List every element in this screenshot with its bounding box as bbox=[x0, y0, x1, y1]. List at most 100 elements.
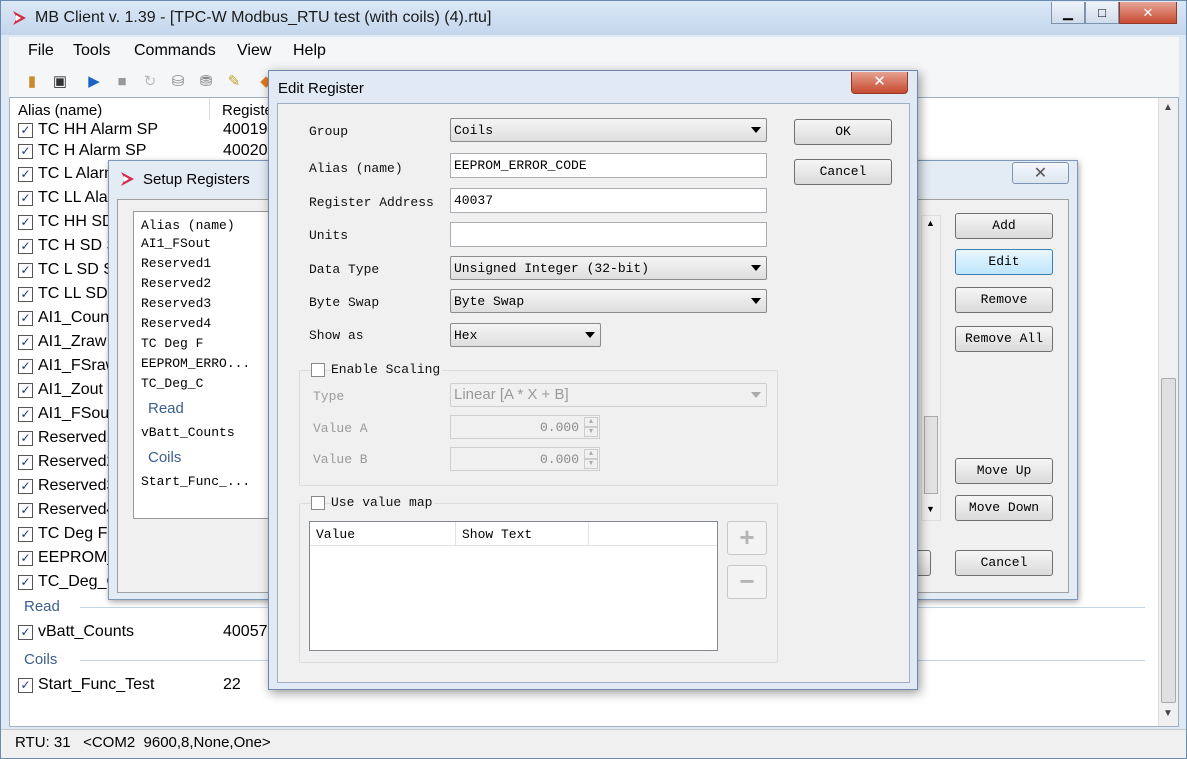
data-type-select[interactable]: Unsigned Integer (32-bit) bbox=[450, 256, 767, 280]
col-show-text-header[interactable]: Show Text bbox=[456, 522, 589, 546]
row-checkbox[interactable]: ✓ bbox=[18, 215, 33, 230]
add-value-button[interactable]: + bbox=[727, 521, 767, 555]
refresh-icon[interactable]: ↻ bbox=[139, 70, 161, 92]
remove-value-button[interactable]: − bbox=[727, 565, 767, 599]
list-item[interactable]: Reserved3 bbox=[141, 296, 211, 311]
list-item[interactable]: vBatt_Counts bbox=[141, 425, 235, 440]
scroll-thumb[interactable] bbox=[1161, 378, 1176, 703]
row-checkbox[interactable]: ✓ bbox=[18, 191, 33, 206]
row-checkbox[interactable]: ✓ bbox=[18, 239, 33, 254]
list-item[interactable]: TC_Deg_C bbox=[141, 376, 203, 391]
menu-view[interactable]: View bbox=[237, 42, 271, 60]
row-checkbox[interactable]: ✓ bbox=[18, 431, 33, 446]
group-select[interactable]: Coils bbox=[450, 118, 767, 142]
add-button[interactable]: Add bbox=[955, 213, 1053, 239]
row-checkbox[interactable]: ✓ bbox=[18, 287, 33, 302]
list-item[interactable]: AI1_FSout bbox=[141, 236, 211, 251]
value-a-stepper[interactable]: 0.000 ▲ ▼ bbox=[450, 415, 600, 439]
row-alias: TC L Alarm bbox=[38, 165, 118, 182]
cancel-button[interactable]: Cancel bbox=[955, 550, 1053, 576]
use-value-map-label: Use value map bbox=[331, 495, 435, 510]
address-input[interactable]: 40037 bbox=[450, 188, 767, 213]
row-checkbox[interactable]: ✓ bbox=[18, 455, 33, 470]
value-b-stepper[interactable]: 0.000 ▲ ▼ bbox=[450, 447, 600, 471]
units-input[interactable] bbox=[450, 222, 767, 247]
setup-list-scrollbar[interactable]: ▲ ▼ bbox=[921, 215, 941, 521]
row-checkbox[interactable]: ✓ bbox=[18, 144, 33, 159]
byte-swap-label: Byte Swap bbox=[309, 295, 380, 310]
remove-all-button[interactable]: Remove All bbox=[955, 326, 1053, 352]
plus-icon: + bbox=[739, 522, 755, 552]
chevron-down-icon bbox=[751, 392, 761, 398]
group-read-label: Read bbox=[24, 598, 60, 615]
row-checkbox[interactable]: ✓ bbox=[18, 167, 33, 182]
row-alias: Reserved4 bbox=[38, 501, 116, 518]
row-checkbox[interactable]: ✓ bbox=[18, 503, 33, 518]
play-icon[interactable]: ▶ bbox=[83, 70, 105, 92]
row-checkbox[interactable]: ✓ bbox=[18, 335, 33, 350]
col-alias-header[interactable]: Alias (name) bbox=[10, 98, 210, 120]
list-item[interactable]: Start_Func_... bbox=[141, 474, 250, 489]
group-read-label: Read bbox=[148, 400, 184, 417]
list-item[interactable]: TC Deg F bbox=[141, 336, 203, 351]
spin-down-icon[interactable]: ▼ bbox=[584, 427, 598, 437]
row-checkbox[interactable]: ✓ bbox=[18, 311, 33, 326]
cancel-button[interactable]: Cancel bbox=[794, 159, 892, 185]
row-checkbox[interactable]: ✓ bbox=[18, 123, 33, 138]
move-down-button[interactable]: Move Down bbox=[955, 495, 1053, 521]
row-checkbox[interactable]: ✓ bbox=[18, 625, 33, 640]
maximize-button[interactable]: □ bbox=[1085, 2, 1119, 24]
row-checkbox[interactable]: ✓ bbox=[18, 359, 33, 374]
row-checkbox[interactable]: ✓ bbox=[18, 479, 33, 494]
minimize-button[interactable]: ▁ bbox=[1051, 2, 1085, 24]
row-checkbox[interactable]: ✓ bbox=[18, 383, 33, 398]
menu-tools[interactable]: Tools bbox=[73, 42, 110, 60]
col-value-header[interactable]: Value bbox=[310, 522, 456, 546]
list-item[interactable]: EEPROM_ERRO... bbox=[141, 356, 250, 371]
row-checkbox[interactable]: ✓ bbox=[18, 263, 33, 278]
row-checkbox[interactable]: ✓ bbox=[18, 527, 33, 542]
scaling-type-select[interactable]: Linear [A * X + B] bbox=[450, 383, 767, 407]
spin-up-icon[interactable]: ▲ bbox=[584, 449, 598, 459]
scroll-down-icon[interactable]: ▼ bbox=[926, 504, 935, 514]
show-as-select[interactable]: Hex bbox=[450, 323, 601, 347]
use-value-map-checkbox[interactable] bbox=[311, 496, 325, 510]
row-checkbox[interactable]: ✓ bbox=[18, 407, 33, 422]
row-checkbox[interactable]: ✓ bbox=[18, 551, 33, 566]
new-icon[interactable]: ▮ bbox=[21, 70, 43, 92]
spin-up-icon[interactable]: ▲ bbox=[584, 417, 598, 427]
read-icon[interactable]: ⛁ bbox=[167, 70, 189, 92]
close-button[interactable]: ✕ bbox=[1119, 2, 1177, 24]
byte-swap-select[interactable]: Byte Swap bbox=[450, 289, 767, 313]
stop-icon[interactable]: ■ bbox=[111, 70, 133, 92]
spin-down-icon[interactable]: ▼ bbox=[584, 459, 598, 469]
ok-button[interactable]: OK bbox=[794, 119, 892, 145]
scroll-up-icon[interactable]: ▲ bbox=[1163, 102, 1173, 113]
menu-help[interactable]: Help bbox=[293, 42, 326, 60]
write-icon[interactable]: ⛃ bbox=[195, 70, 217, 92]
edit-button[interactable]: Edit bbox=[955, 249, 1053, 275]
row-address: 40019 bbox=[223, 121, 268, 138]
scroll-up-icon[interactable]: ▲ bbox=[926, 218, 935, 228]
list-item[interactable]: Reserved2 bbox=[141, 276, 211, 291]
row-checkbox[interactable]: ✓ bbox=[18, 575, 33, 590]
move-up-button[interactable]: Move Up bbox=[955, 458, 1053, 484]
scroll-down-icon[interactable]: ▼ bbox=[1163, 708, 1173, 719]
edit-close-button[interactable]: ✕ bbox=[851, 72, 908, 94]
list-item[interactable]: Reserved4 bbox=[141, 316, 211, 331]
enable-scaling-checkbox[interactable] bbox=[311, 363, 325, 377]
menu-commands[interactable]: Commands bbox=[134, 42, 216, 60]
value-map-table[interactable]: Value Show Text bbox=[309, 521, 718, 651]
list-item[interactable]: Reserved1 bbox=[141, 256, 211, 271]
alias-input[interactable]: EEPROM_ERROR_CODE bbox=[450, 153, 767, 178]
scroll-thumb[interactable] bbox=[924, 416, 938, 494]
menu-file[interactable]: File bbox=[28, 42, 54, 60]
tools-icon[interactable]: ✎ bbox=[223, 70, 245, 92]
save-icon[interactable]: ▣ bbox=[49, 70, 71, 92]
vertical-scrollbar[interactable]: ▲ ▼ bbox=[1158, 98, 1178, 726]
minus-icon: − bbox=[739, 566, 755, 596]
setup-close-button[interactable]: ✕ bbox=[1012, 162, 1069, 184]
remove-button[interactable]: Remove bbox=[955, 287, 1053, 313]
value-a-label: Value A bbox=[313, 421, 368, 436]
row-checkbox[interactable]: ✓ bbox=[18, 678, 33, 693]
